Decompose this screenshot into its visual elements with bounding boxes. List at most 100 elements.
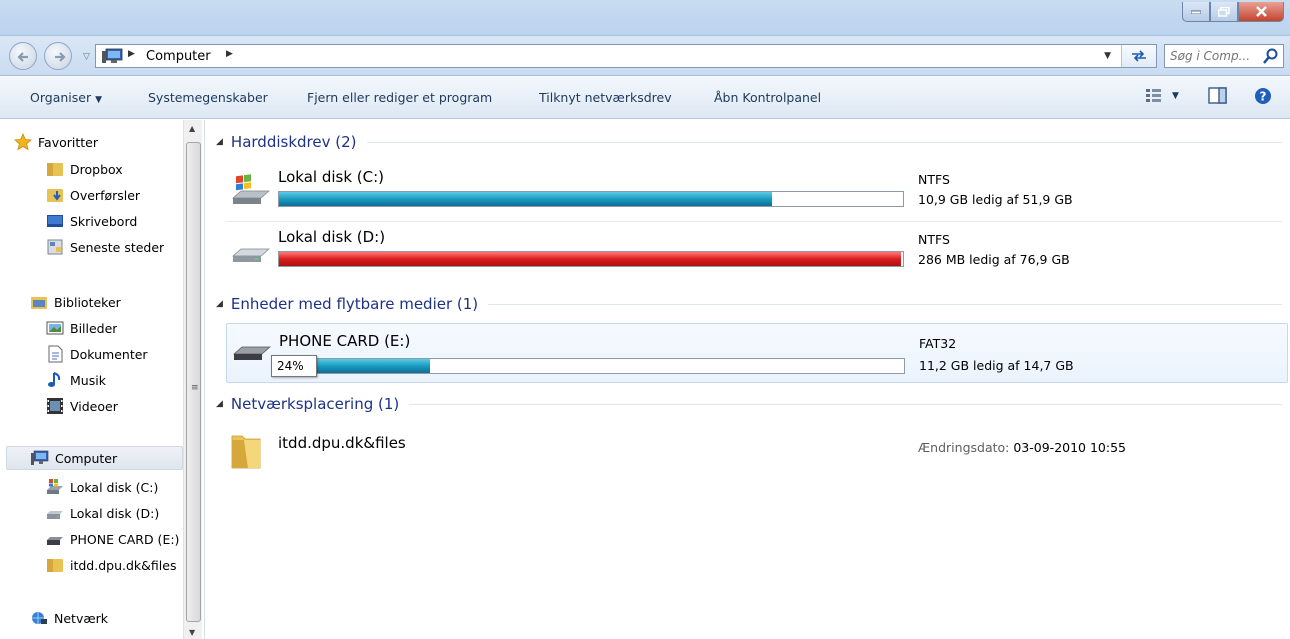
drive-filesystem: NTFS: [918, 232, 950, 247]
hard-drive-icon: [232, 248, 270, 262]
refresh-button[interactable]: [1121, 45, 1156, 67]
recent-places-icon: [47, 239, 63, 255]
nav-libraries-label: Biblioteker: [54, 294, 121, 310]
back-arrow-icon: [17, 52, 28, 62]
minimize-button[interactable]: [1182, 2, 1210, 22]
usage-tooltip: 24%: [271, 355, 317, 377]
modified-value: 03-09-2010 10:55: [1013, 440, 1126, 455]
address-dropdown-icon[interactable]: ▼: [1104, 51, 1111, 61]
drive-filesystem: FAT32: [919, 336, 957, 351]
nav-phone-card[interactable]: PHONE CARD (E:): [46, 527, 182, 551]
folder-icon: [47, 559, 63, 572]
drive-free-space: 10,9 GB ledig af 51,9 GB: [918, 192, 1073, 207]
nav-downloads-label: Overførsler: [70, 187, 141, 203]
open-control-panel-button[interactable]: Åbn Kontrolpanel: [714, 90, 821, 105]
address-bar[interactable]: ▶ Computer ▶ ▼: [95, 44, 1157, 68]
drive-name: PHONE CARD (E:): [279, 332, 411, 350]
forward-button[interactable]: [44, 42, 72, 70]
modified-label: Ændringsdato:: [918, 440, 1010, 455]
breadcrumb-separator-icon[interactable]: ▶: [226, 49, 233, 59]
nav-desktop-label: Skrivebord: [70, 213, 138, 229]
nav-dropbox-label: Dropbox: [70, 161, 123, 177]
nav-videos[interactable]: Videoer: [46, 394, 118, 418]
drive-name: Lokal disk (C:): [278, 168, 385, 186]
close-icon: [1255, 6, 1267, 17]
collapse-icon[interactable]: ◢: [216, 399, 223, 409]
divider: [488, 303, 1282, 305]
scroll-up-icon[interactable]: ▲: [189, 124, 195, 133]
nav-disk-c[interactable]: Lokal disk (C:): [46, 475, 158, 499]
nav-documents[interactable]: Dokumenter: [46, 342, 148, 366]
uninstall-program-button[interactable]: Fjern eller rediger et program: [307, 90, 492, 105]
nav-music[interactable]: Musik: [46, 368, 106, 392]
svg-text:?: ?: [1260, 90, 1267, 104]
minimize-icon: [1191, 10, 1201, 14]
address-row: ▽ ▶ Computer ▶ ▼: [0, 36, 1290, 76]
organize-button[interactable]: Organiser ▼: [30, 90, 102, 105]
nav-phone-card-label: PHONE CARD (E:): [70, 531, 180, 547]
group-header-removable[interactable]: ◢ Enheder med flytbare medier (1): [216, 294, 1282, 314]
nav-favorites-label: Favoritter: [38, 134, 98, 150]
search-input[interactable]: [1170, 46, 1260, 66]
nav-network-label: Netværk: [54, 610, 108, 626]
history-dropdown-icon[interactable]: ▽: [83, 52, 90, 62]
back-button[interactable]: [9, 42, 37, 70]
organize-label: Organiser: [30, 90, 92, 105]
drive-free-space: 11,2 GB ledig af 14,7 GB: [919, 358, 1074, 373]
nav-network-folder[interactable]: itdd.dpu.dk&files: [46, 553, 182, 577]
drive-name: Lokal disk (D:): [278, 228, 386, 246]
nav-dropbox[interactable]: Dropbox: [46, 157, 123, 181]
star-icon: [14, 133, 32, 151]
help-icon[interactable]: ?: [1254, 87, 1272, 105]
system-properties-button[interactable]: Systemegenskaber: [148, 90, 268, 105]
view-options-icon[interactable]: [1145, 87, 1163, 105]
network-location-item[interactable]: itdd.dpu.dk&files Ændringsdato: 03-09-20…: [226, 422, 1288, 472]
drive-filesystem: NTFS: [918, 172, 950, 187]
collapse-icon[interactable]: ◢: [216, 299, 223, 309]
preview-pane-icon[interactable]: [1208, 87, 1228, 105]
drive-tile-d[interactable]: Lokal disk (D:) NTFS 286 MB ledig af 76,…: [226, 226, 1288, 280]
grip-icon: ≡: [191, 383, 199, 393]
pictures-icon: [46, 321, 64, 335]
document-icon: [48, 345, 63, 363]
map-network-drive-button[interactable]: Tilknyt netværksdrev: [539, 90, 672, 105]
group-header-network-locations[interactable]: ◢ Netværksplacering (1): [216, 394, 1282, 414]
network-icon: [32, 612, 47, 624]
forward-arrow-icon: [55, 52, 66, 62]
title-bar: [0, 0, 1290, 36]
search-icon[interactable]: [1263, 48, 1279, 64]
nav-network-folder-label: itdd.dpu.dk&files: [70, 557, 177, 573]
drive-tile-e[interactable]: PHONE CARD (E:) FAT32 11,2 GB ledig af 1…: [226, 323, 1288, 383]
scrollbar-thumb[interactable]: ≡: [186, 142, 201, 622]
nav-computer[interactable]: Computer: [6, 446, 183, 470]
breadcrumb-computer[interactable]: Computer: [146, 49, 211, 64]
removable-drive-icon: [233, 346, 271, 360]
computer-icon: [102, 48, 123, 63]
drive-free-space: 286 MB ledig af 76,9 GB: [918, 252, 1070, 267]
restore-button[interactable]: [1210, 2, 1238, 22]
search-box[interactable]: [1164, 44, 1284, 68]
drive-tile-c[interactable]: Lokal disk (C:) NTFS 10,9 GB ledig af 51…: [226, 166, 1288, 220]
nav-disk-d[interactable]: Lokal disk (D:): [46, 501, 159, 525]
hard-drive-icon: [47, 511, 63, 519]
nav-libraries[interactable]: Biblioteker: [30, 290, 121, 314]
nav-disk-d-label: Lokal disk (D:): [70, 505, 160, 521]
nav-scrollbar[interactable]: ▲ ≡ ▼: [183, 120, 202, 639]
nav-network[interactable]: Netværk: [30, 606, 108, 630]
libraries-icon: [31, 297, 47, 309]
nav-disk-c-label: Lokal disk (C:): [70, 479, 159, 495]
group-header-hard-drives[interactable]: ◢ Harddiskdrev (2): [216, 132, 1282, 152]
collapse-icon[interactable]: ◢: [216, 137, 223, 147]
close-button[interactable]: [1238, 2, 1284, 22]
desktop-icon: [47, 215, 63, 227]
drive-usage-bar: [278, 251, 904, 267]
nav-downloads[interactable]: Overførsler: [46, 183, 140, 207]
view-dropdown-icon[interactable]: ▼: [1172, 91, 1179, 101]
nav-favorites[interactable]: Favoritter: [14, 130, 98, 154]
breadcrumb-separator-icon[interactable]: ▶: [128, 49, 135, 59]
drive-usage-fill: [279, 252, 901, 266]
scroll-down-icon[interactable]: ▼: [189, 628, 195, 637]
nav-pictures[interactable]: Billeder: [46, 316, 117, 340]
nav-recent-places[interactable]: Seneste steder: [46, 235, 164, 259]
nav-desktop[interactable]: Skrivebord: [46, 209, 137, 233]
